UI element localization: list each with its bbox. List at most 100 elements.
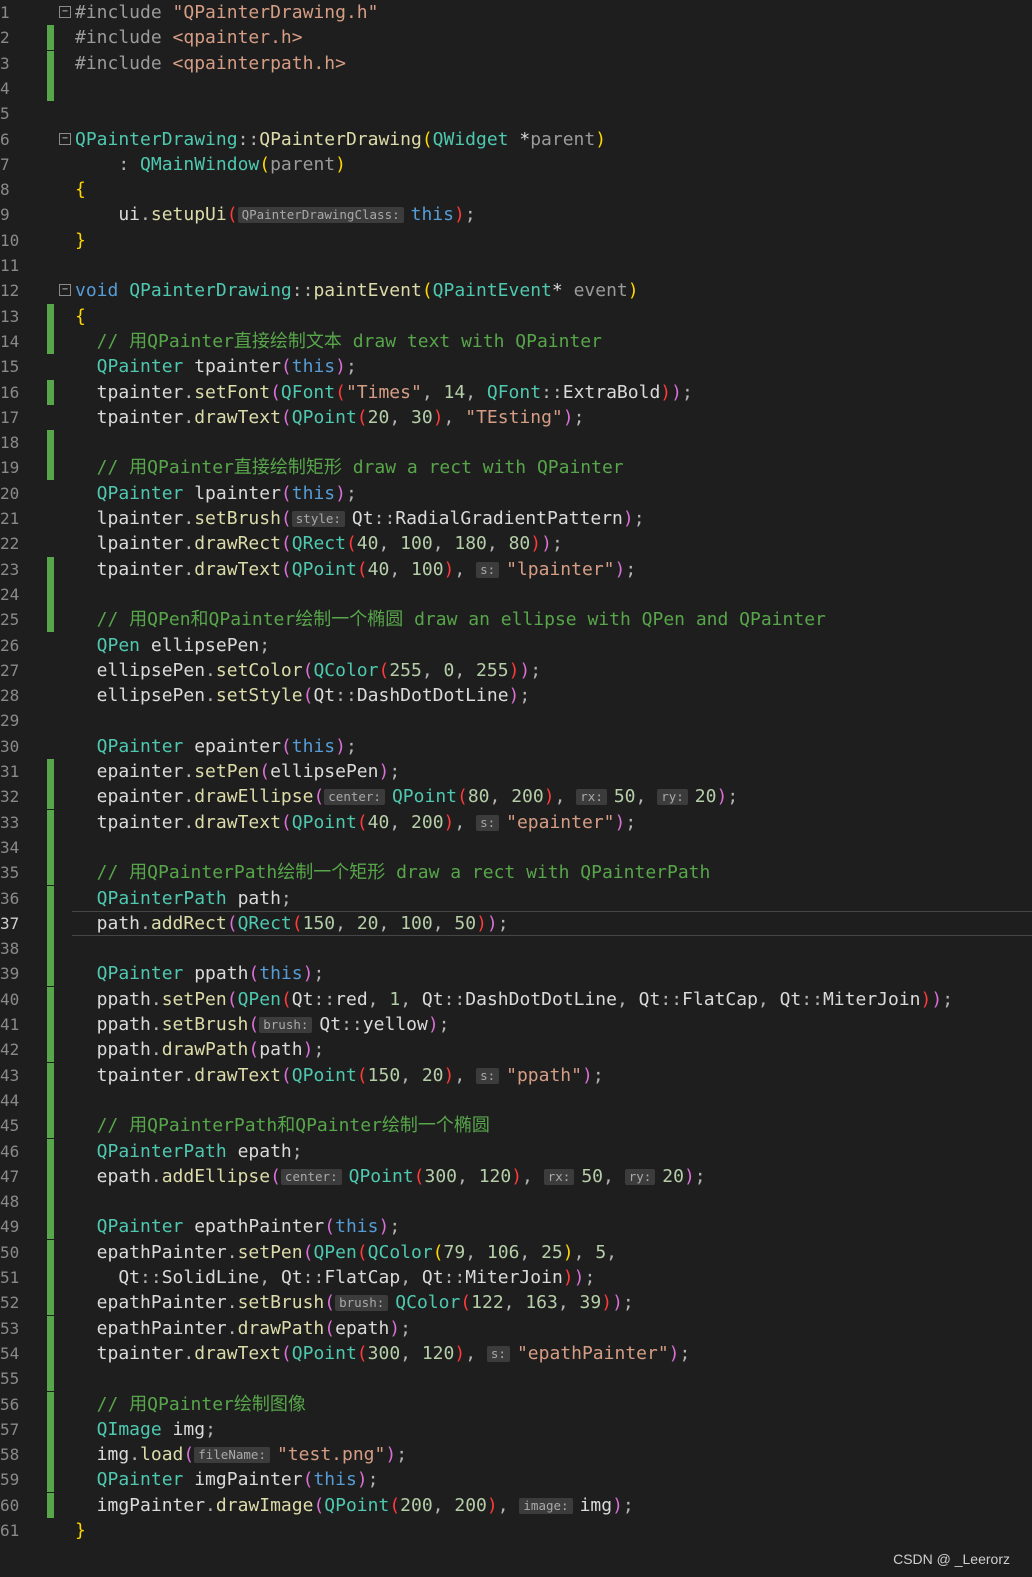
code-text[interactable]: // 用QPen和QPainter绘制一个椭圆 draw an ellipse … [75,607,826,632]
code-text[interactable]: tpainter.setFont(QFont("Times", 14, QFon… [75,380,693,405]
code-line-58[interactable]: 58 img.load(fileName: "test.png"); [0,1442,1032,1468]
code-text[interactable]: lpainter.setBrush(style: Qt::RadialGradie… [75,506,645,531]
code-text[interactable]: void QPainterDrawing::paintEvent(QPaintE… [75,278,639,303]
code-line-21[interactable]: 21 lpainter.setBrush(style: Qt::RadialGra… [0,506,1032,531]
code-line-52[interactable]: 52 epathPainter.setBrush(brush: QColor(12… [0,1290,1032,1316]
code-text[interactable]: // 用QPainterPath绘制一个矩形 draw a rect with … [75,860,711,885]
code-text[interactable]: ppath.setBrush(brush: Qt::yellow); [75,1012,450,1037]
code-line-49[interactable]: 49 QPainter epathPainter(this); [0,1214,1032,1240]
code-line-19[interactable]: 19 // 用QPainter直接绘制矩形 draw a rect with Q… [0,455,1032,481]
code-line-47[interactable]: 47 epath.addEllipse(center: QPoint(300, 1… [0,1163,1032,1189]
code-line-54[interactable]: 54 tpainter.drawText(QPoint(300, 120), s… [0,1340,1032,1366]
code-line-59[interactable]: 59 QPainter imgPainter(this); [0,1467,1032,1493]
code-line-39[interactable]: 39 QPainter ppath(this); [0,961,1032,987]
code-text[interactable]: epainter.drawEllipse(center: QPoint(80, 2… [75,784,739,809]
collapse-icon[interactable]: − [59,284,71,297]
code-editor[interactable]: 1− #include "QPainterDrawing.h" 2 #include … [0,0,1032,1577]
code-line-60[interactable]: 60 imgPainter.drawImage(QPoint(200, 200)… [0,1492,1032,1518]
code-text[interactable]: QPen ellipsePen; [75,633,270,658]
code-line-57[interactable]: 57 QImage img; [0,1416,1032,1442]
code-line-56[interactable]: 56 // 用QPainter绘制图像 [0,1391,1032,1417]
code-line-1[interactable]: 1 − #include "QPainterDrawing.h" [0,0,1032,25]
code-line-13[interactable]: 13 { [0,303,1032,329]
code-line-38[interactable]: 38 [0,936,1032,962]
code-text[interactable]: } [75,1518,86,1543]
code-text[interactable]: { [75,304,86,329]
code-line-9[interactable]: 9 ui.setupUi(QPainterDrawingClass: this); [0,202,1032,227]
code-text[interactable]: ellipsePen.setColor(QColor(255, 0, 255))… [75,658,541,683]
code-text[interactable]: ui.setupUi(QPainterDrawingClass: this); [75,202,475,227]
code-line-8[interactable]: 8{ [0,177,1032,202]
code-line-61[interactable]: 61} [0,1518,1032,1543]
code-text[interactable]: epathPainter.setBrush(brush: QColor(122, … [75,1290,634,1315]
code-text[interactable]: // 用QPainter直接绘制文本 draw text with QPaint… [75,329,602,354]
code-text[interactable]: } [75,228,86,253]
code-text[interactable]: // 用QPainter直接绘制矩形 draw a rect with QPai… [75,455,624,480]
code-text[interactable]: img.load(fileName: "test.png"); [75,1442,407,1467]
code-line-28[interactable]: 28 ellipsePen.setStyle(Qt::DashDotDotLin… [0,683,1032,708]
code-line-53[interactable]: 53 epathPainter.drawPath(epath); [0,1315,1032,1341]
code-text[interactable]: #include "QPainterDrawing.h" [75,0,378,25]
code-line-55[interactable]: 55 [0,1366,1032,1392]
code-line-10[interactable]: 10} [0,228,1032,253]
code-text[interactable]: QPainter ppath(this); [75,961,325,986]
code-line-11[interactable]: 11 [0,253,1032,278]
code-text[interactable]: imgPainter.drawImage(QPoint(200, 200), i… [75,1493,634,1518]
code-line-40[interactable]: 40 ppath.setPen(QPen(Qt::red, 1, Qt::Das… [0,986,1032,1012]
code-text[interactable]: { [75,177,86,202]
code-line-36[interactable]: 36 QPainterPath path; [0,885,1032,911]
code-line-50[interactable]: 50 epathPainter.setPen(QPen(QColor(79, 1… [0,1239,1032,1265]
code-line-16[interactable]: 16 tpainter.setFont(QFont("Times", 14, Q… [0,379,1032,405]
code-text[interactable]: tpainter.drawText(QPoint(40, 200), s: "ep… [75,810,637,835]
code-text[interactable]: // 用QPainter绘制图像 [75,1392,306,1417]
code-text[interactable]: QPainterPath path; [75,886,292,911]
code-line-12[interactable]: 12 − void QPainterDrawing::paintEvent(QPai… [0,278,1032,303]
code-line-7[interactable]: 7 : QMainWindow(parent) [0,152,1032,177]
code-text[interactable]: QPainter epathPainter(this); [75,1214,400,1239]
code-text[interactable]: tpainter.drawText(QPoint(150, 20), s: "pp… [75,1063,604,1088]
code-line-30[interactable]: 30 QPainter epainter(this); [0,734,1032,759]
code-text[interactable]: #include <qpainterpath.h> [75,51,346,76]
code-line-51[interactable]: 51 Qt::SolidLine, Qt::FlatCap, Qt::Miter… [0,1265,1032,1290]
code-line-25[interactable]: 25 // 用QPen和QPainter绘制一个椭圆 draw an ellip… [0,607,1032,633]
code-line-41[interactable]: 41 ppath.setBrush(brush: Qt::yellow); [0,1012,1032,1037]
code-text[interactable]: // 用QPainterPath和QPainter绘制一个椭圆 [75,1113,490,1138]
code-line-4[interactable]: 4 [0,75,1032,101]
code-line-26[interactable]: 26 QPen ellipsePen; [0,633,1032,658]
code-text[interactable]: QPainter imgPainter(this); [75,1467,379,1492]
code-line-23[interactable]: 23 tpainter.drawText(QPoint(40, 100), s:… [0,556,1032,582]
code-text[interactable]: epathPainter.drawPath(epath); [75,1316,411,1341]
code-text[interactable]: QPainter tpainter(this); [75,354,357,379]
code-line-18[interactable]: 18 [0,430,1032,456]
collapse-icon[interactable]: − [59,132,71,145]
code-line-42[interactable]: 42 ppath.drawPath(path); [0,1037,1032,1063]
code-line-45[interactable]: 45 // 用QPainterPath和QPainter绘制一个椭圆 [0,1113,1032,1139]
code-text[interactable]: QPainterPath epath; [75,1139,303,1164]
code-line-6[interactable]: 6− QPainterDrawing::QPainterDrawing(QWidg… [0,127,1032,152]
code-text[interactable]: path.addRect(QRect(150, 20, 100, 50)); [75,911,509,936]
code-line-43[interactable]: 43 tpainter.drawText(QPoint(150, 20), s:… [0,1062,1032,1088]
code-line-35[interactable]: 35 // 用QPainterPath绘制一个矩形 draw a rect wi… [0,860,1032,886]
code-line-2[interactable]: 2 #include <qpainter.h> [0,25,1032,51]
code-text[interactable]: ellipsePen.setStyle(Qt::DashDotDotLine); [75,683,531,708]
code-text[interactable]: ppath.setPen(QPen(Qt::red, 1, Qt::DashDo… [75,987,953,1012]
code-text[interactable]: tpainter.drawText(QPoint(300, 120), s: "e… [75,1341,691,1366]
code-line-37[interactable]: 37 path.addRect(QRect(150, 20, 100, 50))… [0,910,1032,936]
code-text[interactable]: Qt::SolidLine, Qt::FlatCap, Qt::MiterJoi… [75,1265,595,1290]
code-line-29[interactable]: 29 [0,708,1032,733]
code-line-24[interactable]: 24 [0,581,1032,607]
code-line-3[interactable]: 3 #include <qpainterpath.h> [0,50,1032,76]
code-text[interactable]: QPainterDrawing::QPainterDrawing(QWidget… [75,127,606,152]
code-text[interactable]: QPainter lpainter(this); [75,481,357,506]
code-line-27[interactable]: 27 ellipsePen.setColor(QColor(255, 0, 25… [0,658,1032,683]
code-line-22[interactable]: 22 lpainter.drawRect(QRect(40, 100, 180,… [0,531,1032,556]
code-text[interactable]: tpainter.drawText(QPoint(20, 30), "TEsti… [75,405,585,430]
code-line-17[interactable]: 17 tpainter.drawText(QPoint(20, 30), "TE… [0,405,1032,430]
code-text[interactable]: QImage img; [75,1417,216,1442]
code-line-34[interactable]: 34 [0,834,1032,860]
code-text[interactable]: ppath.drawPath(path); [75,1037,325,1062]
code-line-15[interactable]: 15 QPainter tpainter(this); [0,354,1032,379]
code-text[interactable]: epath.addEllipse(center: QPoint(300, 120)… [75,1164,706,1189]
code-line-5[interactable]: 5 [0,101,1032,126]
code-line-14[interactable]: 14 // 用QPainter直接绘制文本 draw text with QPa… [0,328,1032,354]
